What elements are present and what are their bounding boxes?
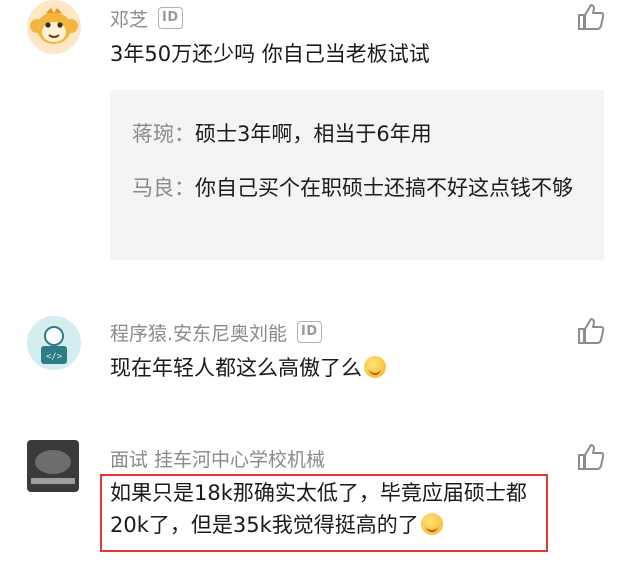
username[interactable]: 程序猿.安东尼奥刘能: [110, 319, 287, 346]
thumbs-up-icon[interactable]: [576, 2, 606, 32]
photo-avatar[interactable]: [27, 440, 79, 492]
emoji-icon: [364, 356, 386, 378]
username[interactable]: 邓芝: [110, 5, 148, 32]
avatar-code-glyph: </>: [46, 352, 63, 362]
reply-username[interactable]: 蒋琬：: [132, 122, 195, 146]
highlight-box: [100, 474, 548, 552]
comment-header: 面试 挂车河中心学校机械: [110, 444, 325, 472]
reply-text: 硕士3年啊，相当于6年用: [195, 122, 432, 146]
username[interactable]: 面试 挂车河中心学校机械: [110, 445, 325, 472]
monkey-avatar[interactable]: [27, 0, 81, 54]
comment-header: 邓芝 ID: [110, 4, 183, 32]
reply-username[interactable]: 马良：: [132, 176, 195, 200]
thumbs-up-icon[interactable]: [576, 442, 606, 472]
id-badge: ID: [297, 321, 322, 343]
id-badge: ID: [158, 7, 183, 29]
reply-1: 蒋琬：硕士3年啊，相当于6年用: [132, 118, 592, 151]
comment-header: 程序猿.安东尼奥刘能 ID: [110, 318, 322, 346]
comment-text: 现在年轻人都这么高傲了么: [110, 356, 362, 380]
comment-text-row: 现在年轻人都这么高傲了么: [110, 352, 386, 384]
thumbs-up-icon[interactable]: [576, 316, 606, 346]
coder-avatar[interactable]: </>: [27, 316, 81, 370]
reply-text: 你自己买个在职硕士还搞不好这点钱不够: [195, 176, 573, 200]
comment-text: 3年50万还少吗 你自己当老板试试: [110, 42, 430, 66]
reply-box[interactable]: 蒋琬：硕士3年啊，相当于6年用 马良：你自己买个在职硕士还搞不好这点钱不够: [110, 90, 604, 260]
reply-2: 马良：你自己买个在职硕士还搞不好这点钱不够: [132, 172, 592, 205]
